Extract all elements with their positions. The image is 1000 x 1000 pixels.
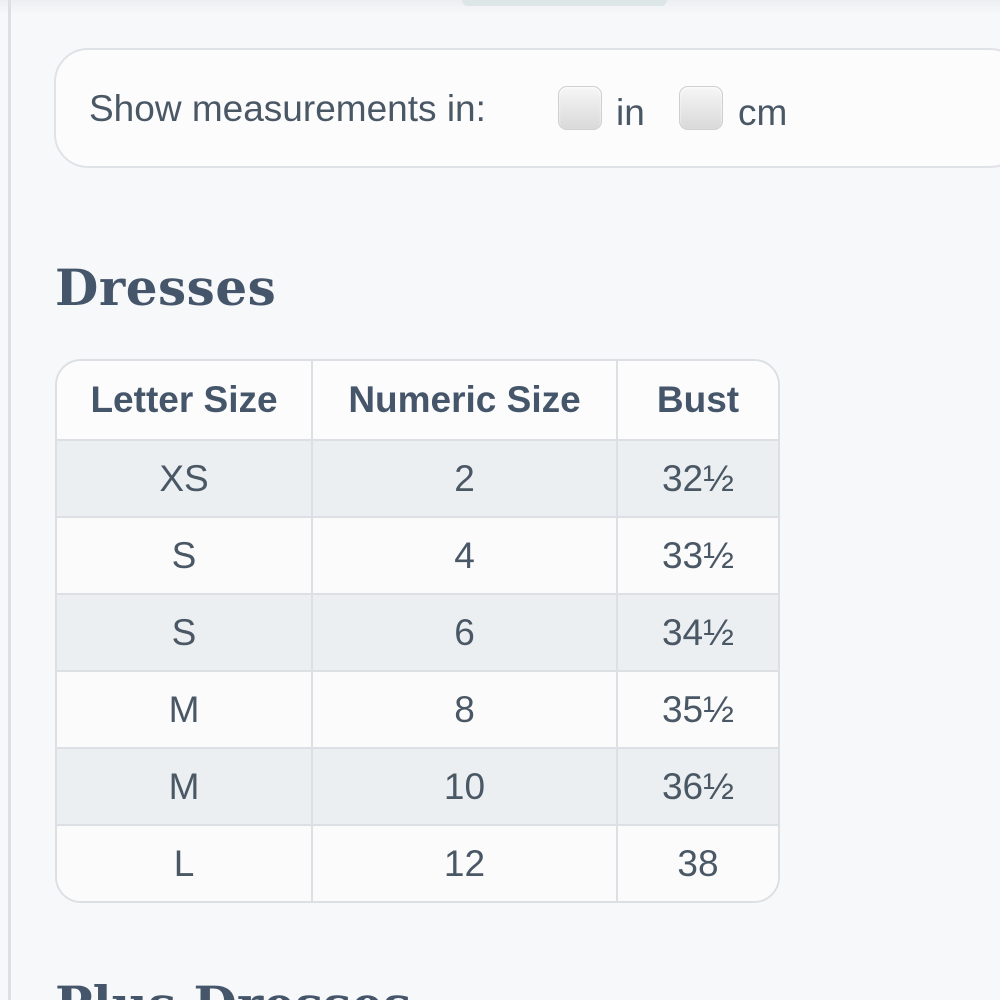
letter-size-cell: M (57, 670, 313, 748)
letter-size-cell: L (57, 824, 313, 901)
numeric-size-cell: 2 (312, 440, 618, 517)
centimeters-checkbox[interactable] (679, 86, 723, 130)
left-divider (8, 0, 11, 1000)
column-header-numeric-size: Numeric Size (312, 361, 618, 441)
table-header-row: Letter Size Numeric Size Bust (57, 361, 778, 441)
page: Show measurements in: in cm Dresses Lett… (0, 0, 1000, 1000)
numeric-size-cell: 6 (312, 593, 618, 671)
bust-cell: 35½ (617, 670, 778, 748)
inches-checkbox[interactable] (558, 86, 602, 130)
table-row: XS 2 32½ (57, 440, 778, 517)
letter-size-cell: S (57, 516, 313, 594)
numeric-size-cell: 10 (312, 747, 618, 825)
numeric-size-cell: 4 (312, 516, 618, 594)
bust-cell: 33½ (617, 516, 778, 594)
table-row: L 12 38 (57, 824, 778, 901)
bust-cell: 38 (617, 824, 778, 901)
bust-cell: 36½ (617, 747, 778, 825)
inches-label[interactable]: in (616, 92, 645, 134)
table-row: M 8 35½ (57, 670, 778, 748)
measurement-units-panel: Show measurements in: in cm (54, 48, 1000, 168)
centimeters-label[interactable]: cm (738, 92, 787, 134)
dresses-size-table: Letter Size Numeric Size Bust XS 2 32½ S… (55, 359, 780, 903)
column-header-letter-size: Letter Size (57, 361, 313, 441)
column-header-bust: Bust (617, 361, 778, 441)
bust-cell: 32½ (617, 440, 778, 517)
dresses-section-title: Dresses (55, 258, 277, 317)
table-row: S 4 33½ (57, 516, 778, 594)
numeric-size-cell: 12 (312, 824, 618, 901)
letter-size-cell: XS (57, 440, 313, 517)
top-tab-edge[interactable] (462, 0, 667, 6)
table-row: M 10 36½ (57, 747, 778, 825)
letter-size-cell: S (57, 593, 313, 671)
next-section-title: Plus Dresses (55, 975, 411, 1000)
table-row: S 6 34½ (57, 593, 778, 671)
numeric-size-cell: 8 (312, 670, 618, 748)
letter-size-cell: M (57, 747, 313, 825)
bust-cell: 34½ (617, 593, 778, 671)
units-label: Show measurements in: (89, 88, 486, 129)
